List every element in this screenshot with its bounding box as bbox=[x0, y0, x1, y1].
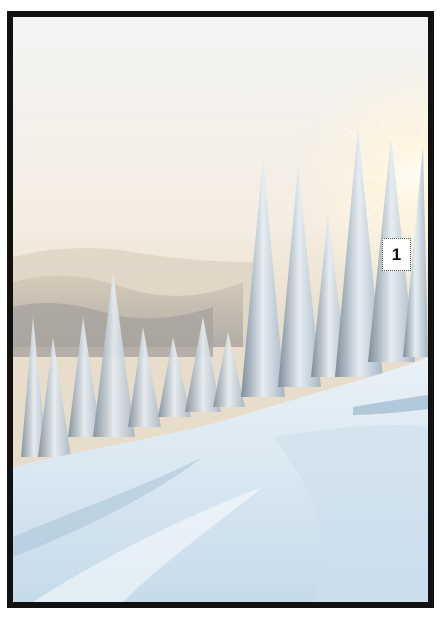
photo-frame: 1 bbox=[7, 11, 434, 608]
snowy-forest-photo bbox=[13, 17, 428, 602]
photo-scene: 1 bbox=[13, 17, 428, 602]
annotation-marker-1[interactable]: 1 bbox=[382, 238, 411, 271]
